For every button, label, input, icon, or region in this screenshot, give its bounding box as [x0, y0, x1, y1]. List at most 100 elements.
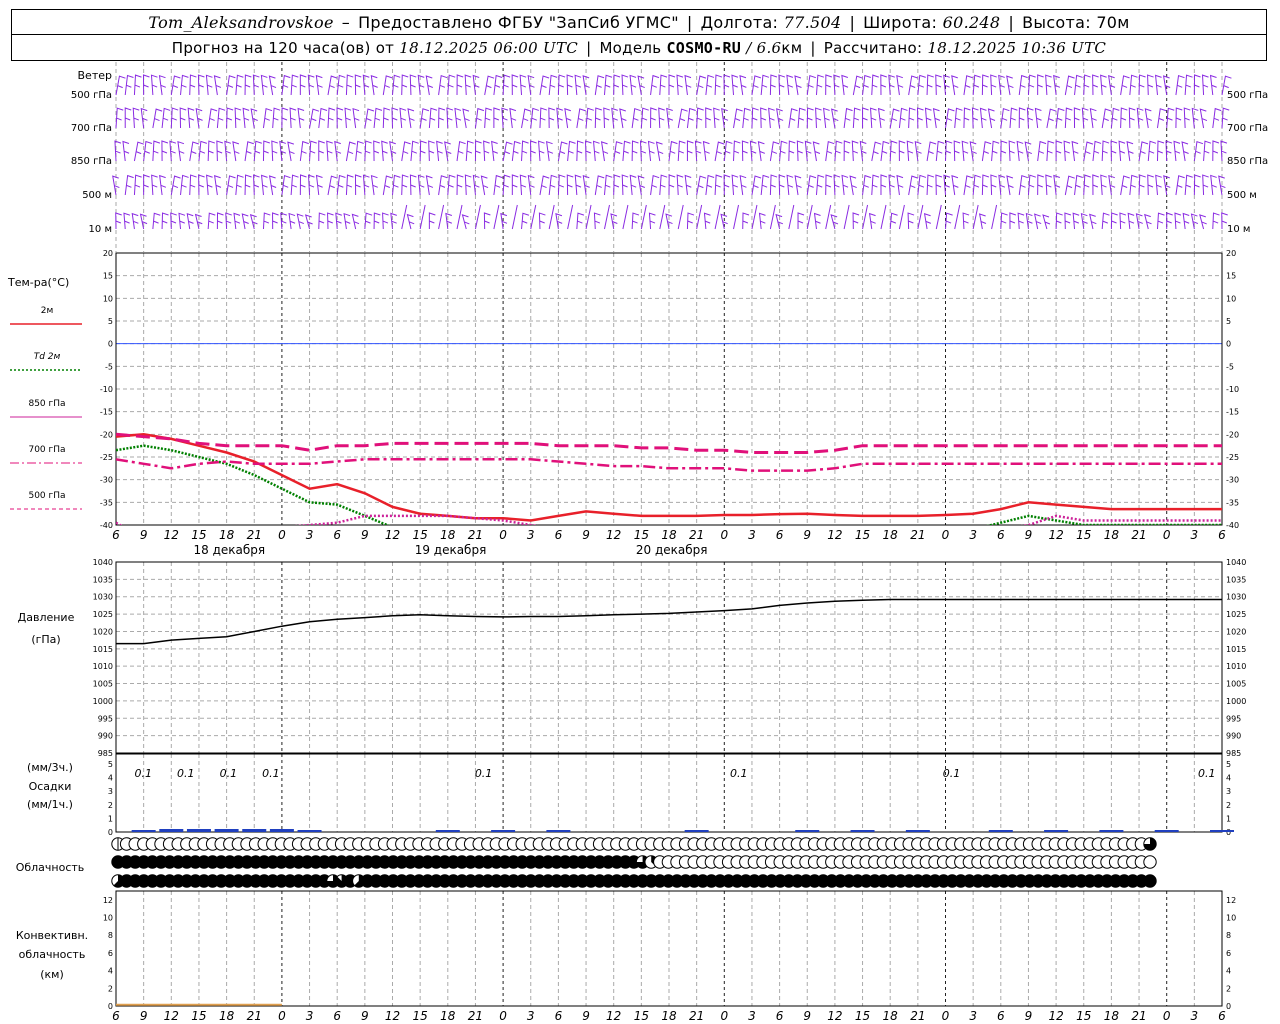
wind-barb [778, 174, 786, 196]
precip-annotation: 0.1 [262, 767, 280, 780]
wind-barb [1156, 212, 1165, 230]
temperature-tick-right: 20 [1226, 249, 1236, 258]
day-label: 18 декабря [193, 543, 265, 557]
wind-barb [600, 141, 609, 162]
wind-barb [972, 204, 979, 230]
wind-barb [603, 107, 610, 129]
wind-level-label-left: 10 м [89, 224, 112, 235]
bottom-time-tick-label: 0 [720, 1009, 728, 1023]
wind-barb [244, 74, 252, 96]
wind-barb [1210, 174, 1217, 196]
bottom-time-tick-label: 3 [306, 1009, 314, 1023]
temperature-tick-left: -40 [100, 521, 113, 530]
wind-barb [1175, 107, 1183, 129]
wind-barb [658, 107, 665, 129]
temperature-tick-right: 5 [1226, 317, 1231, 326]
wind-barb [567, 140, 576, 162]
wind-barb [1175, 175, 1185, 196]
wind-barb [343, 212, 351, 230]
wind-barb [757, 141, 765, 162]
wind-barb [696, 175, 707, 196]
wind-barb [502, 174, 511, 196]
wind-barb [464, 174, 472, 196]
wind-barb [198, 140, 208, 162]
wind-level-label-right: 850 гПа [1227, 156, 1268, 167]
wind-barb [1183, 107, 1191, 129]
temperature-tick-left: -30 [100, 476, 113, 485]
wind-barb [677, 140, 686, 162]
wind-barb [214, 175, 222, 196]
wind-barb [806, 107, 814, 129]
wind-barb [815, 174, 825, 196]
wind-barb [336, 174, 346, 196]
wind-barb [1037, 74, 1044, 95]
wind-barb [152, 108, 163, 129]
time-tick-label: 3 [969, 528, 977, 542]
temperature-tick-left: -15 [100, 408, 113, 417]
wind-barb [852, 212, 860, 230]
wind-barb [1027, 174, 1036, 196]
wind-barb [1182, 212, 1190, 230]
time-tick-label: 0 [278, 528, 286, 542]
wind-barb [480, 175, 489, 196]
wind-barb [951, 175, 959, 196]
wind-barb [1156, 108, 1167, 129]
wind-barb [226, 107, 234, 129]
precip-bar [1154, 830, 1179, 832]
wind-barb [990, 74, 997, 96]
precip-label: Осадки [29, 780, 72, 793]
wind-barb [749, 140, 757, 162]
wind-barb [585, 140, 592, 162]
wind-barb [696, 107, 704, 129]
wind-barb [1025, 212, 1033, 230]
time-tick-label: 18 [440, 528, 456, 542]
bottom-time-tick-label: 6 [112, 1009, 120, 1023]
wind-barb [574, 74, 582, 96]
wind-barb [288, 212, 296, 230]
wind-barb [733, 108, 743, 129]
wind-barb [613, 174, 621, 196]
time-tick-label: 6 [333, 528, 341, 542]
wind-barb [1092, 174, 1099, 196]
wind-barb [511, 140, 521, 162]
wind-barb [290, 74, 299, 96]
wind-barb [926, 141, 937, 162]
wind-barb [631, 108, 641, 129]
temperature-tick-right: -10 [1226, 385, 1239, 394]
precip-tick-left: 2 [108, 801, 113, 810]
wind-barb [299, 74, 307, 95]
bottom-time-tick-label: 15 [1076, 1009, 1091, 1023]
wind-barb [979, 107, 987, 129]
wind-barb [438, 107, 446, 129]
bottom-time-tick-label: 3 [969, 1009, 977, 1023]
wind-barb [456, 141, 466, 162]
wind-barb [253, 140, 262, 162]
bottom-time-tick-label: 6 [997, 1009, 1005, 1023]
pressure-unit: (гПа) [31, 633, 60, 646]
wind-barb [917, 174, 927, 196]
wind-barb [539, 107, 547, 129]
wind-barb [216, 140, 224, 162]
bottom-time-tick-label: 15 [634, 1009, 649, 1023]
wind-barb [244, 174, 252, 196]
wind-barb [205, 74, 213, 96]
wind-barb [1045, 174, 1052, 196]
precip-annotation: 0.1 [177, 767, 195, 780]
wind-barb [143, 174, 150, 195]
precip-tick-left: 1 [108, 814, 113, 823]
wind-barb [326, 140, 333, 162]
wind-barb [908, 75, 918, 96]
wind-barb [213, 75, 222, 96]
convective-label-2: облачность [19, 948, 86, 961]
bottom-time-tick-label: 12 [1048, 1009, 1063, 1023]
wind-barb [557, 174, 566, 196]
wind-barb [483, 140, 490, 162]
wind-barb [124, 174, 134, 196]
wind-barb [1064, 75, 1075, 96]
wind-barb [296, 213, 305, 230]
temperature-tick-right: -20 [1226, 430, 1239, 439]
wind-barb [1174, 212, 1182, 230]
wind-barb [852, 107, 861, 129]
precip-bar [546, 830, 571, 832]
time-tick-label: 9 [361, 528, 369, 542]
